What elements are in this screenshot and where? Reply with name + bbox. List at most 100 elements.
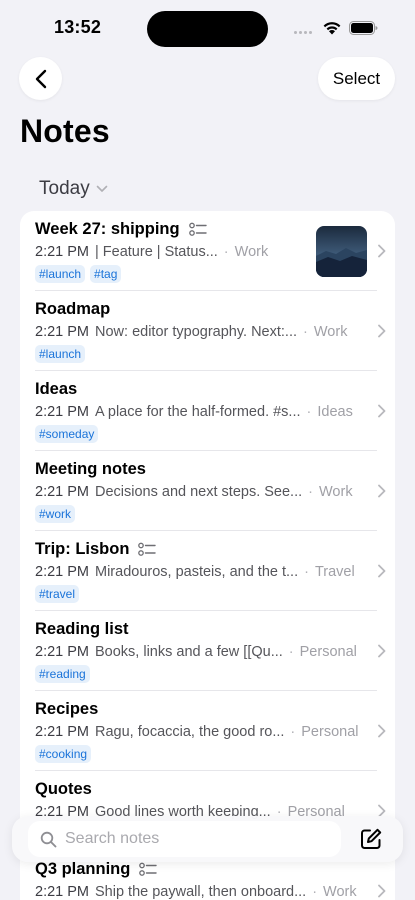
note-title-row: Reading list	[35, 620, 129, 639]
status-bar: 13:52	[0, 0, 415, 56]
note-title: Q3 planning	[35, 860, 131, 878]
note-meta: 2:21 PM Ragu, focaccia, the good ro... · Pe…	[35, 724, 359, 740]
chevron-right-icon	[378, 724, 386, 738]
note-row[interactable]: Reading list 2:21 PM Books, links and a fe…	[20, 611, 395, 691]
bottom-toolbar	[12, 816, 403, 862]
tag-chip[interactable]: #work	[35, 505, 76, 523]
note-tags: #launch #tag	[35, 265, 122, 283]
note-title: Meeting notes	[35, 460, 146, 478]
note-title-row: Meeting notes	[35, 460, 146, 479]
dynamic-island	[147, 11, 268, 47]
separator-dot: ·	[304, 564, 309, 580]
note-tags: #reading	[35, 665, 90, 683]
chevron-left-icon	[35, 69, 46, 88]
note-title: Week 27: shipping	[35, 220, 180, 238]
cellular-signal-icon	[294, 31, 316, 35]
select-button[interactable]: Select	[318, 57, 395, 100]
note-folder: Ideas	[317, 404, 353, 420]
note-row[interactable]: Week 27: shipping 2:21 PM | Feature | Stat…	[20, 211, 395, 291]
note-title-row: Trip: Lisbon	[35, 540, 157, 559]
section-header-today[interactable]: Today	[39, 178, 108, 200]
separator-dot: ·	[308, 484, 313, 500]
checklist-icon	[188, 222, 207, 236]
note-preview: Now: editor typography. Next:...	[95, 324, 298, 340]
separator-dot: ·	[288, 644, 294, 660]
wifi-icon	[323, 22, 341, 35]
tag-chip[interactable]: #travel	[35, 585, 80, 603]
note-time: 2:21 PM	[35, 484, 89, 500]
note-meta: 2:21 PM Ship the paywall, then onboard...…	[35, 884, 357, 900]
separator-dot: ·	[306, 404, 312, 420]
note-title: Quotes	[35, 780, 92, 798]
note-title: Ideas	[35, 380, 78, 398]
separator-dot: ·	[312, 884, 318, 900]
note-folder: Work	[234, 244, 269, 260]
note-tags: #work	[35, 505, 76, 523]
note-title-row: Quotes	[35, 780, 92, 799]
note-folder: Work	[313, 324, 348, 340]
chevron-right-icon	[378, 324, 386, 338]
note-row[interactable]: Meeting notes 2:21 PM Decisions and next s…	[20, 451, 395, 531]
note-tags: #launch	[35, 345, 86, 363]
tag-chip[interactable]: #someday	[35, 425, 99, 443]
note-meta: 2:21 PM | Feature | Status... · Work	[35, 244, 268, 260]
note-meta: 2:21 PM Books, links and a few [[Qu... · Pe…	[35, 644, 357, 660]
note-folder: Travel	[314, 564, 355, 580]
note-preview: Decisions and next steps. See...	[95, 484, 303, 500]
page-title: Notes	[20, 113, 110, 149]
note-row[interactable]: Ideas 2:21 PM A place for the half-formed.…	[20, 371, 395, 451]
note-title: Reading list	[35, 620, 129, 638]
note-time: 2:21 PM	[35, 404, 89, 420]
note-preview: Ship the paywall, then onboard...	[95, 884, 307, 900]
back-button[interactable]	[19, 57, 62, 100]
note-title-row: Week 27: shipping	[35, 220, 207, 239]
search-input[interactable]	[65, 830, 325, 848]
note-meta: 2:21 PM A place for the half-formed. #s..…	[35, 404, 353, 420]
note-title: Roadmap	[35, 300, 111, 318]
separator-dot: ·	[223, 244, 229, 260]
note-time: 2:21 PM	[35, 724, 89, 740]
note-time: 2:21 PM	[35, 324, 89, 340]
tag-chip[interactable]: #cooking	[35, 745, 92, 763]
section-label: Today	[39, 178, 90, 199]
chevron-right-icon	[378, 404, 386, 418]
separator-dot: ·	[290, 724, 296, 740]
battery-icon	[349, 21, 378, 35]
chevron-right-icon	[378, 884, 386, 898]
note-title-row: Q3 planning	[35, 860, 158, 879]
chevron-right-icon	[378, 644, 386, 658]
search-field[interactable]	[28, 821, 341, 857]
note-meta: 2:21 PM Decisions and next steps. See... ·…	[35, 484, 353, 500]
note-row[interactable]: Roadmap 2:21 PM Now: editor typography. Ne…	[20, 291, 395, 371]
tag-chip[interactable]: #reading	[35, 665, 90, 683]
note-preview: | Feature | Status...	[95, 244, 218, 260]
checklist-icon	[138, 542, 157, 556]
tag-chip[interactable]: #launch	[35, 265, 86, 283]
compose-icon[interactable]	[359, 827, 383, 851]
note-tags: #someday	[35, 425, 99, 443]
note-folder: Personal	[301, 724, 359, 740]
note-row[interactable]: Recipes 2:21 PM Ragu, focaccia, the good r…	[20, 691, 395, 771]
note-time: 2:21 PM	[35, 644, 89, 660]
note-time: 2:21 PM	[35, 564, 89, 580]
chevron-right-icon	[378, 484, 386, 498]
note-title-row: Recipes	[35, 700, 98, 719]
tag-chip[interactable]: #tag	[90, 265, 122, 283]
note-time: 2:21 PM	[35, 884, 89, 900]
tag-chip[interactable]: #launch	[35, 345, 86, 363]
note-title: Trip: Lisbon	[35, 540, 130, 558]
note-folder: Personal	[299, 644, 357, 660]
note-preview: Ragu, focaccia, the good ro...	[95, 724, 285, 740]
note-preview: A place for the half-formed. #s...	[95, 404, 301, 420]
search-icon	[40, 831, 57, 847]
status-time: 13:52	[54, 17, 102, 37]
note-meta: 2:21 PM Miradouros, pasteis, and the t...…	[35, 564, 355, 580]
note-folder: Work	[319, 484, 353, 500]
note-title: Recipes	[35, 700, 99, 718]
note-row[interactable]: Trip: Lisbon 2:21 PM Miradouros, pasteis, …	[20, 531, 395, 611]
separator-dot: ·	[303, 324, 308, 340]
note-preview: Books, links and a few [[Qu...	[95, 644, 283, 660]
chevron-right-icon	[378, 564, 386, 578]
note-time: 2:21 PM	[35, 244, 89, 260]
note-tags: #travel	[35, 585, 80, 603]
